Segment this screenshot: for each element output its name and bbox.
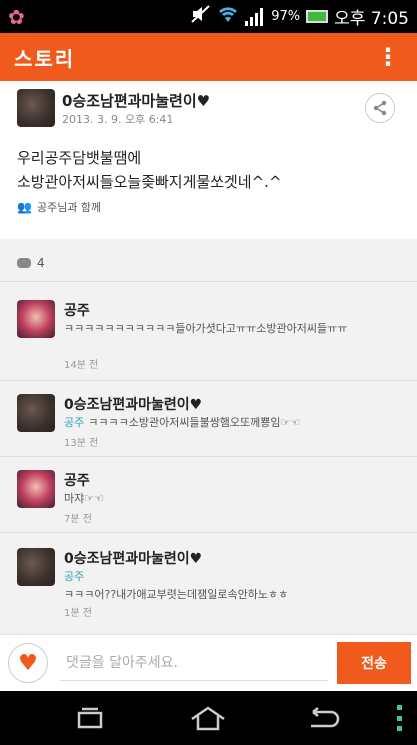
- page-title: 스토리: [14, 46, 76, 71]
- battery-icon: [306, 10, 329, 23]
- clock: 오후 7:05: [334, 9, 409, 29]
- commenter-name[interactable]: 0승조남편과마눌련이♥: [64, 394, 202, 414]
- divider: [0, 380, 417, 381]
- wifi-icon: [217, 5, 239, 28]
- recent-apps-button[interactable]: [70, 703, 110, 733]
- post-body: 우리공주담뱃불땜에 소방관아저씨들오늘좆빠지게물쏘겟네^.^: [17, 146, 282, 194]
- comment-text: 공주 ㅋㅋㅋ어??내가애교부렷는데잼일로속안하노ㅎㅎ: [64, 568, 399, 604]
- comment-time: 14분 전: [64, 360, 99, 371]
- commenter-name[interactable]: 0승조남편과마눌련이♥: [64, 548, 202, 568]
- signal-icon: [245, 7, 265, 26]
- comment-text-content: 마쟈☞☜: [64, 492, 104, 505]
- status-bar: ✿ 97% 오후 7:05: [0, 0, 417, 33]
- comment-time: 13분 전: [64, 438, 99, 449]
- status-icons: 97% 오후 7:05: [191, 4, 409, 29]
- divider: [0, 281, 417, 282]
- home-button[interactable]: [188, 703, 228, 733]
- comment-text-content: ㅋㅋㅋㅋㅋㅋㅋㅋㅋㅋㅋ들아가셧다고ㅠㅠ소방관아저씨들ㅠㅠ: [64, 322, 348, 335]
- post-author[interactable]: 0승조남편과마눌련이♥: [62, 90, 210, 111]
- share-icon: [373, 100, 387, 116]
- divider: [0, 456, 417, 457]
- commenter-avatar[interactable]: [17, 470, 55, 508]
- divider: [0, 532, 417, 533]
- comment-text: 공주 ㅋㅋㅋㅋ소방관아저씨들불쌍햄오또께뿅임☞☜: [64, 414, 399, 432]
- comment-bubble-icon: [17, 258, 31, 268]
- comment-item: 공주 마쟈☞☜ 7분 전: [0, 460, 417, 530]
- flower-icon: ✿: [8, 4, 25, 29]
- post-date: 2013. 3. 9. 오후 6:41: [62, 113, 174, 126]
- comment-mention[interactable]: 공주: [64, 416, 84, 429]
- people-icon: 👥: [17, 200, 32, 214]
- commenter-name[interactable]: 공주: [64, 300, 90, 320]
- recent-apps-icon: [77, 707, 103, 729]
- app-bar: 스토리 ⋮: [0, 33, 417, 81]
- comment-text-content: ㅋㅋㅋ어??내가애교부렷는데잼일로속안하노ㅎㅎ: [64, 588, 289, 601]
- comment-time: 7분 전: [64, 514, 92, 525]
- comment-time: 1분 전: [64, 608, 92, 619]
- comment-mention[interactable]: 공주: [64, 568, 395, 586]
- comment-item: 0승조남편과마눌련이♥ 공주 ㅋㅋㅋㅋ소방관아저씨들불쌍햄오또께뿅임☞☜ 13분 …: [0, 384, 417, 454]
- back-button[interactable]: [303, 703, 343, 733]
- comment-item: 0승조남편과마눌련이♥ 공주 ㅋㅋㅋ어??내가애교부렷는데잼일로속안하노ㅎㅎ 1분…: [0, 538, 417, 628]
- back-icon: [311, 707, 340, 728]
- story-post: 0승조남편과마눌련이♥ 2013. 3. 9. 오후 6:41 우리공주담뱃불땜…: [0, 81, 417, 239]
- post-body-line: 소방관아저씨들오늘좆빠지게물쏘겟네^.^: [17, 173, 282, 191]
- comment-input-bar: ♥ 전송: [0, 634, 417, 691]
- like-button[interactable]: ♥: [8, 643, 48, 683]
- home-icon: [191, 706, 225, 731]
- mute-icon: [191, 5, 211, 28]
- comment-count: 4: [17, 256, 45, 270]
- post-body-line: 우리공주담뱃불땜에: [17, 149, 142, 167]
- more-dots-icon[interactable]: [394, 705, 404, 731]
- send-button[interactable]: 전송: [337, 642, 411, 684]
- comment-text-content: ㅋㅋㅋㅋ소방관아저씨들불쌍햄오또께뿅임☞☜: [88, 416, 301, 429]
- comment-input[interactable]: [60, 645, 328, 681]
- commenter-avatar[interactable]: [17, 548, 55, 586]
- system-nav-bar: [0, 691, 417, 745]
- commenter-avatar[interactable]: [17, 300, 55, 338]
- comment-count-value: 4: [37, 256, 45, 270]
- commenter-avatar[interactable]: [17, 394, 55, 432]
- author-avatar[interactable]: [17, 89, 55, 127]
- with-friends-label: 공주님과 함께: [36, 201, 102, 214]
- heart-icon: ♥: [18, 650, 38, 676]
- comment-text: 마쟈☞☜: [64, 490, 399, 508]
- share-button[interactable]: [365, 93, 395, 123]
- commenter-name[interactable]: 공주: [64, 470, 90, 490]
- with-friends[interactable]: 👥 공주님과 함께: [17, 199, 101, 215]
- battery-percent: 97%: [271, 9, 301, 24]
- comment-item: 공주 ㅋㅋㅋㅋㅋㅋㅋㅋㅋㅋㅋ들아가셧다고ㅠㅠ소방관아저씨들ㅠㅠ 14분 전: [0, 290, 417, 371]
- comment-text: ㅋㅋㅋㅋㅋㅋㅋㅋㅋㅋㅋ들아가셧다고ㅠㅠ소방관아저씨들ㅠㅠ: [64, 320, 399, 338]
- overflow-menu-icon[interactable]: ⋮: [373, 45, 403, 69]
